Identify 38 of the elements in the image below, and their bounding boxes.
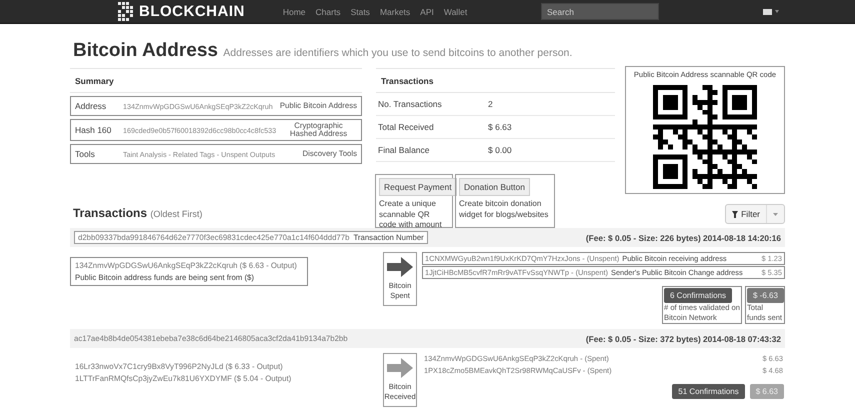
- nav-link[interactable]: API: [420, 6, 434, 16]
- arrow-right-icon: [387, 257, 413, 278]
- confirmations-button[interactable]: 51 Confirmations: [672, 384, 745, 400]
- caret-icon: [773, 212, 778, 216]
- row-label: Tools: [75, 149, 96, 160]
- flag-icon[interactable]: [763, 8, 772, 14]
- confirmations-button[interactable]: 6 Confirmations: [664, 288, 732, 304]
- nav-link[interactable]: Home: [282, 6, 306, 16]
- amount-button[interactable]: $ -6.63: [747, 288, 784, 304]
- nav-link[interactable]: Markets: [380, 6, 410, 16]
- annotation-label: Create bitcoin donation widget for blogs/websites: [459, 199, 550, 220]
- annotation-label: Create a unique scannable QR code with amount: [379, 199, 443, 231]
- fee-text: (Fee: $ 0.05 - Size: 226 bytes) 2014-08-18 14:20:16: [586, 232, 781, 243]
- row-value: $ 0.00: [488, 145, 512, 155]
- caret-icon[interactable]: [775, 10, 779, 13]
- filter-icon: [732, 210, 738, 218]
- logo-text: BLOCKCHAIN: [139, 3, 245, 20]
- page-title: Bitcoin Address Addresses are identifiers which you use to send bitcoins to another person.: [73, 40, 574, 62]
- arrow-right-icon: [387, 358, 413, 378]
- row-value: 2: [488, 99, 493, 109]
- row-label: Final Balance: [378, 145, 431, 155]
- nav-link[interactable]: Charts: [316, 6, 341, 16]
- action-button[interactable]: Donation Button: [459, 178, 530, 196]
- action-button[interactable]: Request Payment: [379, 178, 457, 196]
- logo-icon: [118, 2, 134, 22]
- nav-link[interactable]: Wallet: [444, 6, 468, 16]
- fee-text: (Fee: $ 0.05 - Size: 372 bytes) 2014-08-18 07:43:32: [586, 334, 781, 344]
- page-subtitle: Addresses are identifiers which you use to send bitcoins to another person.: [223, 47, 572, 59]
- row-label: Total Received: [378, 122, 435, 132]
- nav-link[interactable]: Stats: [350, 6, 370, 16]
- row-label: No. Transactions: [378, 99, 443, 109]
- row-value: $ 6.63: [488, 122, 512, 132]
- search-field[interactable]: Search: [541, 3, 659, 20]
- row-label: Hash 160: [75, 125, 112, 136]
- table-heading: Summary: [70, 68, 362, 93]
- row-label: Address: [75, 101, 108, 111]
- section-heading: Transactions (Oldest First): [73, 206, 204, 220]
- table-heading: Transactions: [376, 68, 615, 93]
